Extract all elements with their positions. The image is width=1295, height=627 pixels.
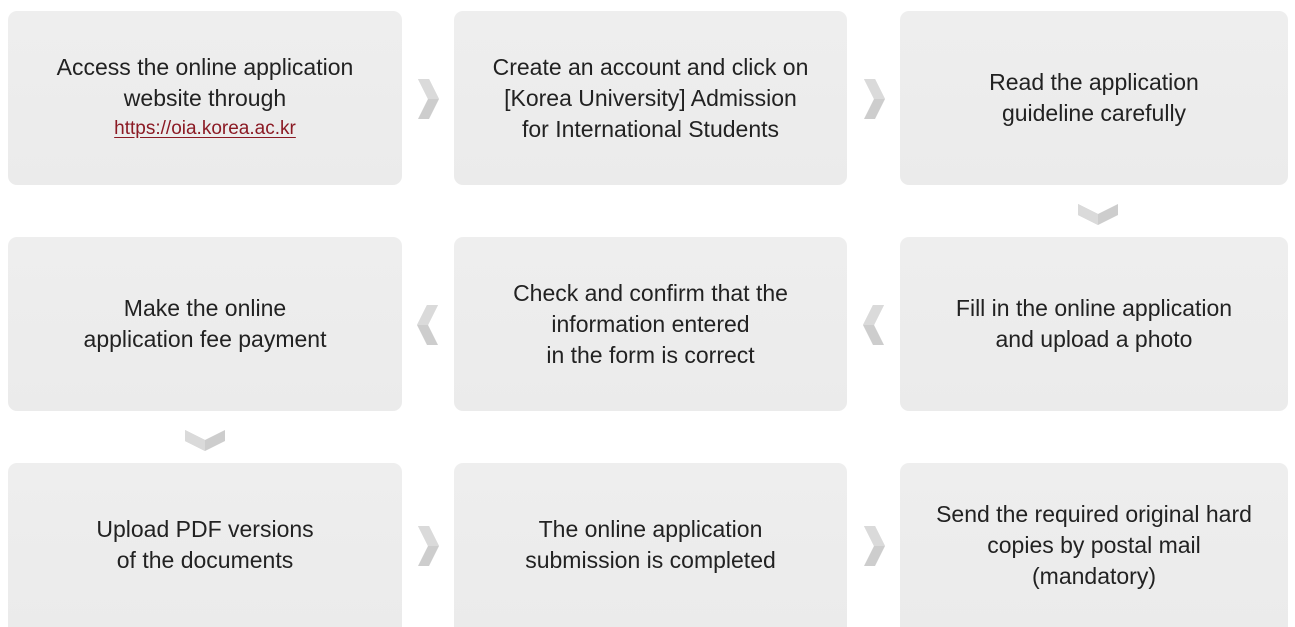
step-9-line-1: Send the required original hard (936, 500, 1252, 527)
step-6-line-1: Make the online (123, 295, 287, 321)
chevron-left-icon (862, 304, 886, 346)
step-3-line-2: guideline carefully (1001, 100, 1187, 126)
chevron-down-icon (184, 428, 226, 452)
step-1-line-1: Access the online application (56, 54, 354, 80)
step-9-line-3: (mandatory) (1032, 562, 1156, 589)
step-4-fill-application: Fill in the online application and uploa… (900, 237, 1288, 411)
step-3-read-guideline: Read the application guideline carefully (900, 11, 1288, 185)
chevron-left-icon (416, 304, 440, 346)
step-4-line-2: and upload a photo (995, 326, 1193, 352)
step-6-line-2: application fee payment (83, 326, 327, 352)
step-5-line-1: Check and confirm that the (513, 279, 788, 306)
step-1-line-2: website through (123, 85, 287, 111)
chevron-down-icon (1077, 202, 1119, 226)
chevron-right-icon (416, 525, 440, 567)
step-8-line-1: The online application (538, 516, 763, 542)
step-7-line-2: of the documents (116, 547, 294, 573)
step-9-line-2: copies by postal mail (987, 531, 1201, 558)
chevron-right-icon (416, 78, 440, 120)
step-5-confirm-information: Check and confirm that the information e… (454, 237, 847, 411)
step-8-submission-completed: The online application submission is com… (454, 463, 847, 627)
step-4-line-1: Fill in the online application (955, 295, 1233, 321)
step-6-fee-payment: Make the online application fee payment (8, 237, 402, 411)
step-9-send-hard-copies: Send the required original hard copies b… (900, 463, 1288, 627)
step-2-line-3: for International Students (522, 115, 779, 142)
step-1-access-website: Access the online application website th… (8, 11, 402, 185)
step-2-create-account: Create an account and click on [Korea Un… (454, 11, 847, 185)
step-2-line-2: [Korea University] Admission (504, 84, 797, 111)
step-5-line-2: information entered (551, 310, 750, 337)
step-3-line-1: Read the application (989, 69, 1199, 95)
chevron-right-icon (862, 525, 886, 567)
step-7-line-1: Upload PDF versions (96, 516, 314, 542)
chevron-right-icon (862, 78, 886, 120)
step-2-line-1: Create an account and click on (492, 53, 809, 80)
step-5-line-3: in the form is correct (546, 341, 755, 368)
step-8-line-2: submission is completed (525, 547, 776, 573)
application-website-link[interactable]: https://oia.korea.ac.kr (114, 114, 296, 144)
step-7-upload-documents: Upload PDF versions of the documents (8, 463, 402, 627)
